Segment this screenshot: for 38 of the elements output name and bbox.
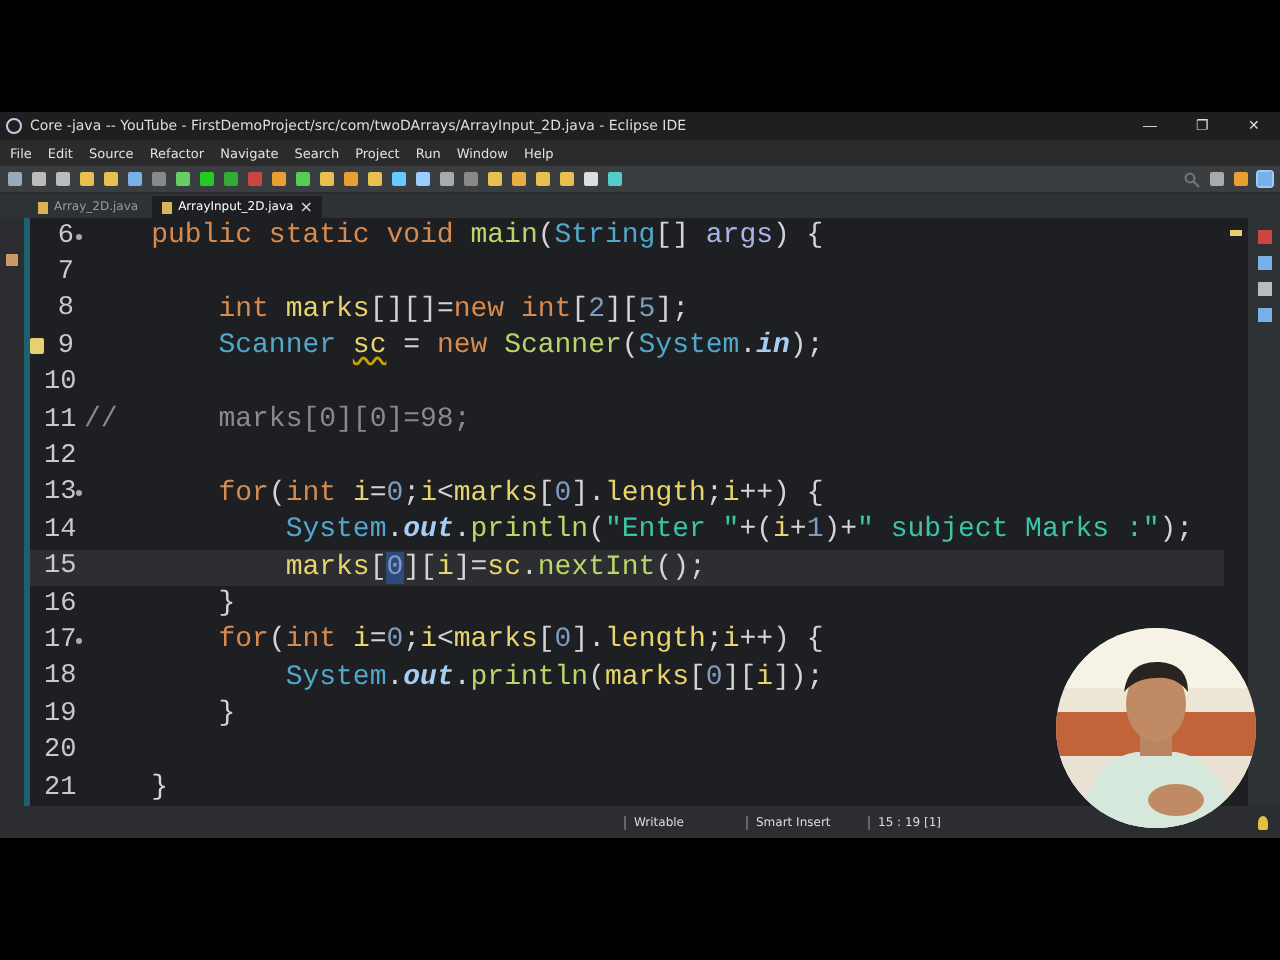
code-text: System.out.println(marks[0][i]); — [283, 661, 824, 694]
overview-marker — [1230, 230, 1242, 236]
code-text: } — [216, 588, 236, 621]
code-text: System.out.println("Enter "+(i+1)+" subject Marks :"); — [283, 514, 1194, 547]
code-text: // marks[0][0]=98; — [84, 404, 471, 437]
code-text: marks[0][i]=sc.nextInt(); — [283, 551, 706, 584]
java-file-icon — [162, 201, 173, 213]
line-number: 16 — [44, 589, 74, 620]
fold-marker-icon[interactable] — [76, 490, 82, 497]
fold-marker-icon[interactable] — [76, 637, 82, 644]
line-number: 9 — [55, 331, 74, 362]
search-icon[interactable] — [1184, 171, 1200, 187]
line-number: 17 — [44, 625, 74, 656]
perspective-icon[interactable] — [1258, 172, 1272, 186]
line-number: 15 — [44, 552, 74, 583]
code-text: for(int i=0;i<marks[0].length;i++) { — [216, 477, 824, 510]
line-number: 7 — [55, 258, 74, 289]
line-number: 6 — [55, 221, 74, 252]
close-tab-button[interactable]: × — [299, 198, 313, 216]
line-number: 19 — [44, 699, 74, 730]
line-number: 18 — [44, 662, 74, 693]
line-number: 14 — [44, 515, 74, 546]
line-number: 10 — [44, 368, 74, 399]
line-number: 20 — [44, 736, 74, 767]
code-text: int marks[][]=new int[2][5]; — [216, 293, 690, 326]
line-number: 21 — [44, 773, 74, 804]
fold-marker-icon[interactable] — [76, 233, 82, 240]
code-text: } — [216, 698, 236, 731]
line-number: 8 — [55, 294, 74, 325]
lightbulb-icon[interactable] — [1258, 815, 1268, 829]
code-text: Scanner sc = new Scanner(System.in); — [216, 330, 824, 363]
line-number: 13 — [44, 478, 74, 509]
java-file-icon — [38, 201, 48, 213]
code-text: } — [149, 772, 169, 805]
line-number: 12 — [44, 442, 74, 473]
line-number: 11 — [44, 405, 74, 436]
code-text: public static void main(String[] args) { — [149, 220, 824, 253]
code-text: for(int i=0;i<marks[0].length;i++) { — [216, 624, 824, 657]
